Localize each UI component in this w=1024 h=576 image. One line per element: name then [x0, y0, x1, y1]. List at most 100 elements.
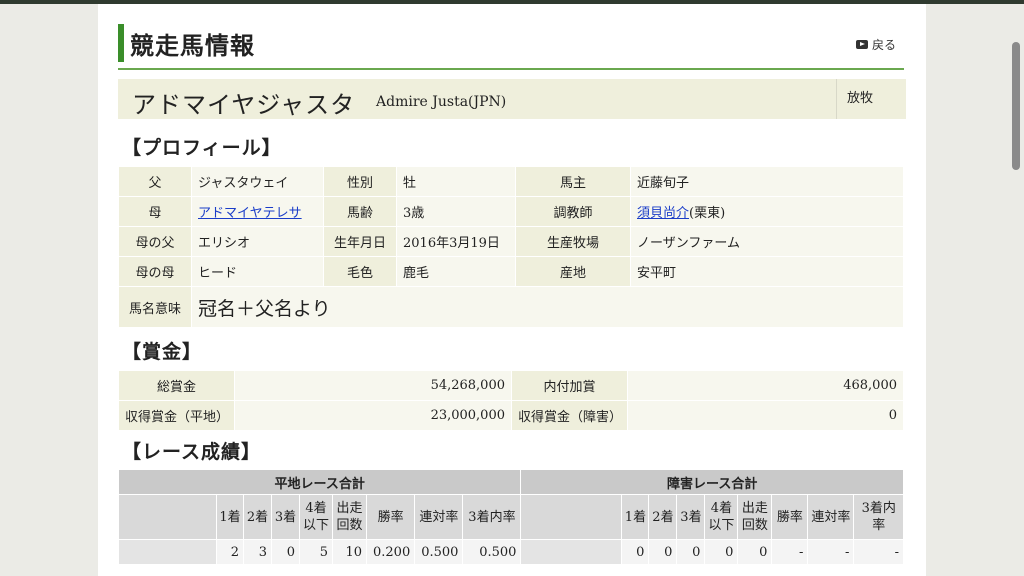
meaning-value: 冠名＋父名より	[191, 286, 904, 328]
col-header: 勝率	[771, 494, 809, 540]
back-label: 戻る	[871, 38, 896, 52]
table-row: 1着 2着 3着 4着以下 出走回数 勝率 連対率 3着内率 1着 2着 3着 …	[118, 494, 904, 540]
table-row: 母の母 ヒード 毛色 鹿毛 産地 安平町	[118, 256, 904, 287]
cell-label: 母の父	[118, 226, 192, 257]
cell-value: 3歳	[396, 196, 516, 227]
col-header: 3着	[676, 494, 706, 540]
col-header: 2着	[648, 494, 678, 540]
flat-value: 10	[332, 539, 367, 565]
play-icon	[855, 40, 868, 49]
table-row: 収得賞金（平地） 23,000,000 収得賞金（障害） 0	[118, 400, 904, 431]
cell-value: ジャスタウェイ	[191, 166, 324, 197]
col-header: 4着以下	[299, 494, 333, 540]
cell-label: 性別	[323, 166, 397, 197]
flat-value: 0.500	[462, 539, 522, 565]
col-header: 出走回数	[737, 494, 773, 540]
cell-value: 23,000,000	[234, 400, 512, 431]
col-header: 3着内率	[462, 494, 522, 540]
jump-total-header: 障害レース合計	[520, 469, 904, 495]
flat-value: 0.200	[365, 539, 416, 565]
race-record-table: 平地レース合計 障害レース合計 1着 2着 3着 4着以下 出走回数 勝率 連対…	[117, 469, 904, 565]
cell-label: 馬主	[515, 166, 631, 197]
cell-value: アドマイヤテレサ	[191, 196, 324, 227]
trainer-link[interactable]: 須貝尚介	[637, 206, 689, 221]
col-header: 出走回数	[332, 494, 367, 540]
col-header: 連対率	[414, 494, 464, 540]
cell-label: 生年月日	[323, 226, 397, 257]
horse-name-bar: アドマイヤジャスタ Admire Justa(JPN) 放牧	[118, 79, 906, 119]
table-row: 父 ジャスタウェイ 性別 牡 馬主 近藤旬子	[118, 166, 904, 197]
page-content: 競走馬情報 戻る アドマイヤジャスタ Admire Justa(JPN) 放牧 …	[98, 4, 926, 576]
col-header: 3着	[271, 494, 300, 540]
table-row: 2 3 0 5 10 0.200 0.500 0.500 0 0 0 0 0 -…	[118, 539, 904, 565]
cell-label: 馬齢	[323, 196, 397, 227]
cell-value: 54,268,000	[234, 370, 512, 401]
cell-value: エリシオ	[191, 226, 324, 257]
cell-label: 総賞金	[118, 370, 235, 401]
row-blank	[520, 539, 623, 565]
flat-total-header: 平地レース合計	[117, 469, 522, 495]
cell-value: 須貝尚介(栗東)	[630, 196, 904, 227]
table-row: 母 アドマイヤテレサ 馬齢 3歳 調教師 須貝尚介(栗東)	[118, 196, 904, 227]
jump-value: 0	[648, 539, 678, 565]
col-header: 3着内率	[853, 494, 904, 540]
cell-label: 毛色	[323, 256, 397, 287]
col-header: 1着	[216, 494, 244, 540]
cell-label: 父	[118, 166, 192, 197]
col-header: 勝率	[365, 494, 416, 540]
cell-value: 2016年3月19日	[396, 226, 516, 257]
flat-value: 3	[243, 539, 272, 565]
cell-label: 産地	[515, 256, 631, 287]
col-header: 4着以下	[704, 494, 739, 540]
dam-link[interactable]: アドマイヤテレサ	[198, 206, 302, 221]
cell-label: 収得賞金（平地）	[118, 400, 235, 431]
trainer-affiliation: (栗東)	[689, 206, 726, 221]
cell-value: 安平町	[630, 256, 904, 287]
cell-value: 468,000	[627, 370, 904, 401]
page-header: 競走馬情報 戻る	[118, 22, 904, 70]
jump-value: 0	[737, 539, 773, 565]
vertical-scrollbar[interactable]	[1012, 42, 1020, 170]
header-blank	[520, 494, 623, 540]
row-blank	[118, 539, 217, 565]
cell-label: 母	[118, 196, 192, 227]
profile-table: 父 ジャスタウェイ 性別 牡 馬主 近藤旬子 母 アドマイヤテレサ 馬齢 3歳 …	[118, 166, 904, 328]
cell-label: 調教師	[515, 196, 631, 227]
page-title: 競走馬情報	[130, 31, 255, 60]
flat-value: 0.500	[414, 539, 464, 565]
jump-value: 0	[676, 539, 706, 565]
cell-value: ノーザンファーム	[630, 226, 904, 257]
cell-value: 近藤旬子	[630, 166, 904, 197]
cell-value: 牡	[396, 166, 516, 197]
back-link[interactable]: 戻る	[855, 36, 896, 53]
horse-name-en: Admire Justa(JPN)	[376, 94, 507, 110]
cell-value: ヒード	[191, 256, 324, 287]
col-header: 1着	[621, 494, 650, 540]
prize-heading: 【賞金】	[122, 341, 203, 363]
jump-value: -	[807, 539, 855, 565]
jump-value: 0	[704, 539, 739, 565]
col-header: 連対率	[807, 494, 855, 540]
table-row: 馬名意味 冠名＋父名より	[118, 286, 904, 328]
cell-label: 内付加賞	[511, 370, 628, 401]
jump-value: 0	[621, 539, 650, 565]
cell-label: 母の母	[118, 256, 192, 287]
prize-table: 総賞金 54,268,000 内付加賞 468,000 収得賞金（平地） 23,…	[118, 370, 904, 431]
table-row: 総賞金 54,268,000 内付加賞 468,000	[118, 370, 904, 401]
col-header: 2着	[243, 494, 272, 540]
title-accent-bar	[118, 24, 124, 62]
table-row: 平地レース合計 障害レース合計	[117, 469, 904, 495]
cell-value: 0	[627, 400, 904, 431]
flat-value: 2	[216, 539, 244, 565]
meaning-label: 馬名意味	[118, 286, 192, 328]
flat-value: 0	[271, 539, 300, 565]
profile-heading: 【プロフィール】	[122, 137, 282, 159]
cell-label: 生産牧場	[515, 226, 631, 257]
cell-value: 鹿毛	[396, 256, 516, 287]
race-heading: 【レース成績】	[122, 441, 262, 463]
jump-value: -	[853, 539, 904, 565]
table-row: 母の父 エリシオ 生年月日 2016年3月19日 生産牧場 ノーザンファーム	[118, 226, 904, 257]
horse-name-jp: アドマイヤジャスタ	[132, 91, 356, 119]
cell-label: 収得賞金（障害）	[511, 400, 628, 431]
horse-status: 放牧	[836, 79, 906, 119]
